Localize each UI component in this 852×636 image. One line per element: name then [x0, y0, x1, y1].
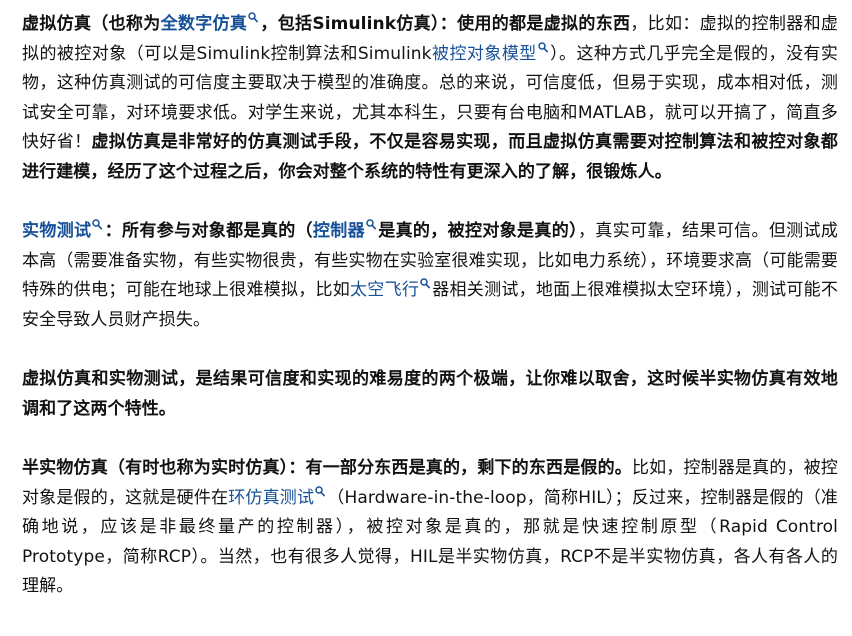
paragraph-hardware-in-loop: 半实物仿真（有时也称为实时仿真）：有一部分东西是真的，剩下的东西是假的。比如，控… — [22, 454, 838, 602]
semi-physical-heading: 半实物仿真（有时也称为实时仿真）：有一部分东西是真的，剩下的东西是假的。 — [22, 458, 632, 478]
keyword-link-space-flight[interactable]: 太空飞行 — [350, 278, 432, 300]
physical-test-definition: ：所有参与对象都是真的（ — [104, 221, 313, 241]
search-icon[interactable] — [366, 219, 376, 230]
tradeoff-statement: 虚拟仿真和实物测试，是结果可信度和实现的难易度的两个极端，让你难以取舍，这时候半… — [22, 369, 838, 419]
keyword-link-loop-simulation-test[interactable]: 环仿真测试 — [228, 485, 327, 508]
search-icon[interactable] — [420, 278, 431, 289]
keyword-link-label[interactable]: 太空飞行 — [350, 280, 419, 300]
paragraph-virtual-simulation: 虚拟仿真（也称为全数字仿真 ，包括Simulink仿真）：使用的都是虚拟的东西，比… — [22, 10, 838, 187]
paragraph-physical-testing: 实物测试 ：所有参与对象都是真的（控制器 是真的，被控对象是真的），真实可靠，结果可… — [22, 217, 838, 335]
search-icon[interactable] — [92, 219, 103, 230]
keyword-link-label[interactable]: 控制器 — [313, 221, 365, 241]
keyword-link-label[interactable]: 全数字仿真 — [161, 14, 248, 34]
keyword-link-plant-model[interactable]: 被控对象模型 — [432, 41, 550, 64]
keyword-link-full-digital-simulation[interactable]: 全数字仿真 — [161, 12, 261, 34]
keyword-link-label[interactable]: 实物测试 — [22, 221, 91, 241]
virtual-sim-intro: 虚拟仿真（也称为 — [22, 14, 161, 34]
search-icon[interactable] — [248, 12, 259, 23]
virtual-sim-conclusion: 虚拟仿真是非常好的仿真测试手段，不仅是容易实现，而且虚拟仿真需要对控制算法和被控… — [22, 132, 838, 182]
keyword-link-label[interactable]: 被控对象模型 — [432, 44, 537, 64]
search-icon[interactable] — [315, 485, 326, 497]
physical-test-definition-end: 是真的，被控对象是真的） — [377, 221, 578, 241]
physical-test-heading: 实物测试 ：所有参与对象都是真的（控制器 是真的，被控对象是真的） — [22, 219, 578, 241]
paragraph-tradeoff: 虚拟仿真和实物测试，是结果可信度和实现的难易度的两个极端，让你难以取舍，这时候半… — [22, 365, 838, 424]
virtual-sim-definition: ，包括Simulink仿真）：使用的都是虚拟的东西 — [260, 14, 631, 34]
keyword-link-controller[interactable]: 控制器 — [313, 219, 378, 241]
keyword-link-physical-testing[interactable]: 实物测试 — [22, 219, 104, 241]
search-icon[interactable] — [537, 41, 548, 53]
keyword-link-label[interactable]: 环仿真测试 — [228, 488, 314, 508]
article-body: 虚拟仿真（也称为全数字仿真 ，包括Simulink仿真）：使用的都是虚拟的东西，比… — [22, 10, 838, 602]
virtual-sim-heading: 虚拟仿真（也称为全数字仿真 ，包括Simulink仿真）：使用的都是虚拟的东西 — [22, 12, 631, 34]
